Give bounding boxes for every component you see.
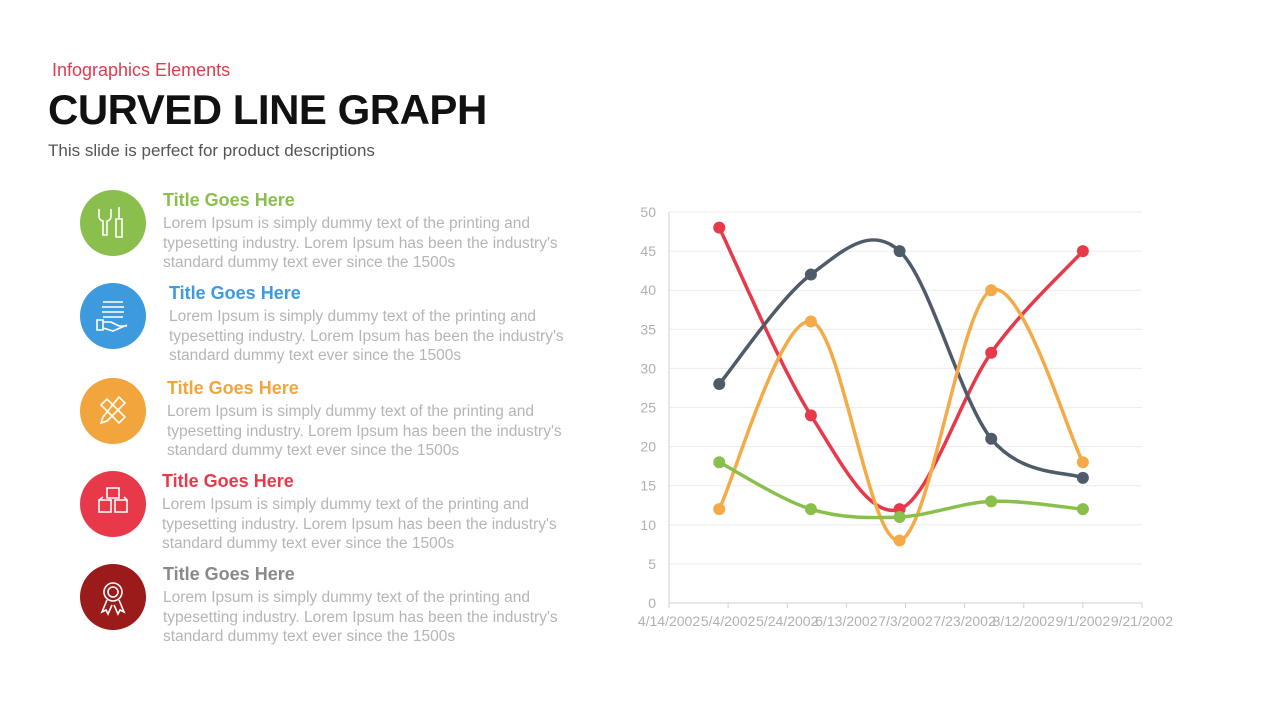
- x-tick-label: 9/1/2002: [1056, 613, 1111, 629]
- data-point: [985, 495, 998, 508]
- data-point: [893, 510, 906, 523]
- data-point: [713, 378, 726, 391]
- data-point: [1076, 471, 1089, 484]
- y-tick-label: 15: [640, 478, 656, 494]
- y-tick-label: 35: [640, 321, 656, 337]
- y-tick-label: 30: [640, 360, 656, 376]
- data-point: [1076, 456, 1089, 469]
- line-chart: 0 5 10 15 20 25 30 35 40 45 50 4/14/2002 5/4/2002 5/2…: [638, 204, 1173, 629]
- data-point: [985, 432, 998, 445]
- data-point: [713, 456, 726, 469]
- x-tick-label: 9/21/2002: [1111, 613, 1173, 629]
- data-point: [713, 221, 726, 234]
- y-tick-label: 25: [640, 400, 656, 416]
- x-tick-label: 7/23/2002: [933, 613, 995, 629]
- x-tick-label: 7/3/2002: [878, 613, 933, 629]
- data-point: [804, 268, 817, 281]
- y-tick-label: 40: [640, 282, 656, 298]
- data-point: [804, 315, 817, 328]
- data-point: [804, 503, 817, 516]
- data-point: [804, 409, 817, 422]
- data-point: [893, 534, 906, 547]
- y-tick-label: 5: [648, 556, 656, 572]
- data-point: [1076, 503, 1089, 516]
- y-tick-label: 45: [640, 243, 656, 259]
- data-point: [985, 284, 998, 297]
- y-tick-label: 50: [640, 204, 656, 220]
- x-tick-label: 4/14/2002: [638, 613, 700, 629]
- data-point: [1076, 245, 1089, 258]
- data-point: [893, 245, 906, 258]
- x-tick-label: 6/13/2002: [815, 613, 877, 629]
- x-tick-label: 5/4/2002: [701, 613, 756, 629]
- y-tick-label: 0: [648, 595, 656, 611]
- x-tick-label: 5/24/2002: [756, 613, 818, 629]
- x-tick-label: 8/12/2002: [993, 613, 1055, 629]
- data-point: [713, 503, 726, 516]
- data-point: [985, 346, 998, 359]
- series-line-1: [717, 238, 1084, 480]
- y-tick-label: 10: [640, 517, 656, 533]
- y-tick-label: 20: [640, 439, 656, 455]
